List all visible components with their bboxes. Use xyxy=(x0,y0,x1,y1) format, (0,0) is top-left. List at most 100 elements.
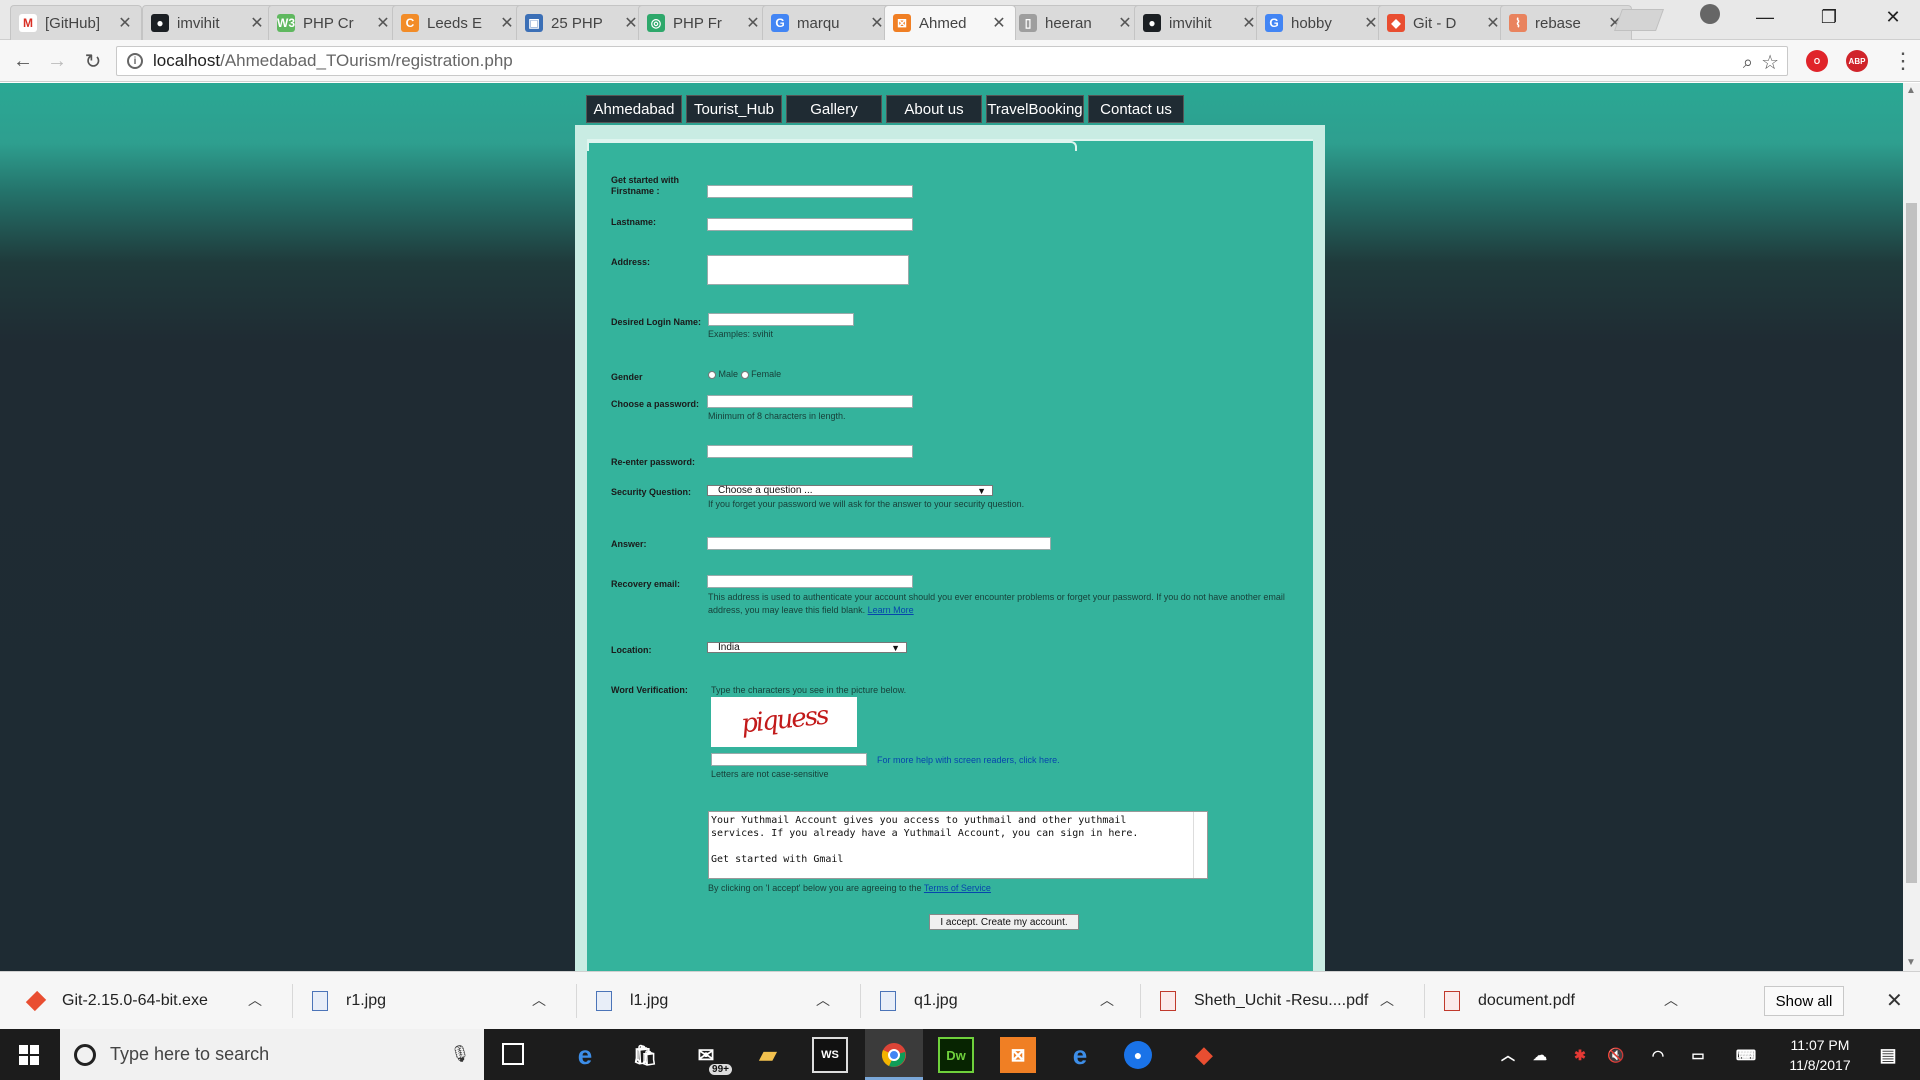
download-options-chevron-icon[interactable]: ︿ xyxy=(1100,990,1114,1010)
microphone-icon[interactable]: 🎙 xyxy=(450,1044,470,1064)
page-scrollbar[interactable]: ▲ ▼ xyxy=(1903,83,1920,971)
download-item[interactable]: Sheth_Uchit -Resu....pdf ︿ xyxy=(1160,972,1394,1030)
download-options-chevron-icon[interactable]: ︿ xyxy=(1664,990,1678,1010)
lastname-field[interactable] xyxy=(707,218,913,231)
scroll-up-icon[interactable]: ▲ xyxy=(1906,85,1916,96)
site-nav-item[interactable]: Gallery xyxy=(786,95,882,123)
tab-close-icon[interactable]: ✕ xyxy=(989,13,1009,33)
tab-close-icon[interactable]: ✕ xyxy=(497,13,517,33)
tab-close-icon[interactable]: ✕ xyxy=(743,13,763,33)
back-icon[interactable]: ← xyxy=(10,48,36,74)
browser-tab[interactable]: W3 PHP Cr ✕ xyxy=(268,5,400,40)
screen-reader-help-text[interactable]: For more help with screen readers, click… xyxy=(877,755,1060,765)
tray-app-icon[interactable]: ✱ xyxy=(1562,1037,1598,1073)
mail-icon[interactable]: ✉ 99+ xyxy=(688,1037,732,1075)
zoom-icon[interactable]: ⌕ xyxy=(1743,52,1753,73)
task-view-icon[interactable] xyxy=(502,1043,524,1065)
forward-icon[interactable]: → xyxy=(44,48,70,74)
screen-reader-help-link[interactable]: For more help with screen readers, click… xyxy=(877,755,1060,765)
tab-close-icon[interactable]: ✕ xyxy=(115,13,135,33)
battery-icon[interactable]: ▭ xyxy=(1680,1037,1716,1073)
download-item[interactable]: r1.jpg ︿ xyxy=(312,972,546,1030)
keyboard-icon[interactable]: ⌨ xyxy=(1728,1037,1764,1073)
site-nav-item[interactable]: Tourist_Hub xyxy=(686,95,782,123)
browser-tab[interactable]: ● imvihit ✕ xyxy=(142,5,274,40)
learn-more-link[interactable]: Learn More xyxy=(868,605,914,615)
browser-tab[interactable]: ● imvihit ✕ xyxy=(1134,5,1266,40)
tab-close-icon[interactable]: ✕ xyxy=(373,13,393,33)
login-name-field[interactable] xyxy=(708,313,854,326)
action-center-icon[interactable]: ▤ xyxy=(1870,1037,1906,1073)
tray-expand-icon[interactable]: ︿ xyxy=(1490,1037,1526,1073)
address-textarea[interactable] xyxy=(707,255,909,285)
site-nav-item[interactable]: TravelBooking xyxy=(986,95,1084,123)
restore-button[interactable]: ❐ xyxy=(1806,2,1852,32)
store-icon[interactable]: 🛍 xyxy=(627,1037,663,1073)
onedrive-icon[interactable]: ☁ xyxy=(1522,1037,1558,1073)
firstname-field[interactable] xyxy=(707,185,913,198)
download-item[interactable]: document.pdf ︿ xyxy=(1444,972,1678,1030)
bookmark-star-icon[interactable]: ☆ xyxy=(1761,50,1779,75)
browser-tab[interactable]: M [GitHub] ✕ xyxy=(10,5,142,40)
browser-tab[interactable]: Gmarqu ✕ xyxy=(762,5,894,40)
password-field[interactable] xyxy=(707,395,913,408)
site-nav-item[interactable]: Ahmedabad xyxy=(586,95,682,123)
windows-start-icon[interactable] xyxy=(0,1029,58,1080)
gender-male-radio[interactable] xyxy=(708,370,716,379)
close-window-button[interactable]: ✕ xyxy=(1870,2,1916,32)
maps-icon[interactable]: ● xyxy=(1124,1041,1152,1069)
browser-tab[interactable]: ▯ heeran ✕ xyxy=(1010,5,1142,40)
download-options-chevron-icon[interactable]: ︿ xyxy=(816,990,830,1010)
captcha-field[interactable] xyxy=(711,753,867,766)
browser-tab[interactable]: C Leeds E ✕ xyxy=(392,5,524,40)
security-question-select[interactable]: Choose a question ... ▼ xyxy=(707,485,993,496)
xampp-icon[interactable]: ⊠ xyxy=(1000,1037,1036,1073)
answer-field[interactable] xyxy=(707,537,1051,550)
chrome-icon[interactable] xyxy=(876,1037,912,1073)
info-icon[interactable]: i xyxy=(127,53,143,69)
address-bar[interactable]: i localhost/Ahmedabad_TOurism/registrati… xyxy=(116,46,1788,76)
tab-close-icon[interactable]: ✕ xyxy=(247,13,267,33)
browser-tab[interactable]: ◆ Git - D ✕ xyxy=(1378,5,1510,40)
gender-female-radio[interactable] xyxy=(740,370,749,379)
browser-menu-icon[interactable]: ⋮ xyxy=(1892,48,1914,74)
accept-create-account-button[interactable]: I accept. Create my account. xyxy=(929,914,1079,930)
terms-of-service-link[interactable]: Terms of Service xyxy=(924,883,991,893)
reload-icon[interactable]: ↻ xyxy=(80,48,106,74)
new-tab-button[interactable] xyxy=(1613,9,1665,31)
location-select[interactable]: India ▼ xyxy=(707,642,907,653)
internet-explorer-icon[interactable]: e xyxy=(1062,1037,1098,1073)
wifi-icon[interactable]: ◠ xyxy=(1640,1037,1676,1073)
edge-icon[interactable]: e xyxy=(567,1037,603,1073)
git-gui-icon[interactable]: ◆ xyxy=(1186,1037,1222,1073)
show-all-downloads-button[interactable]: Show all xyxy=(1764,986,1844,1016)
scroll-down-icon[interactable]: ▼ xyxy=(1906,957,1916,968)
webstorm-icon[interactable]: WS xyxy=(812,1037,848,1073)
site-nav-item[interactable]: Contact us xyxy=(1088,95,1184,123)
site-nav-item[interactable]: About us xyxy=(886,95,982,123)
file-explorer-icon[interactable]: ▰ xyxy=(750,1037,786,1073)
close-download-shelf-icon[interactable]: ✕ xyxy=(1886,988,1903,1013)
download-options-chevron-icon[interactable]: ︿ xyxy=(1380,990,1394,1010)
minimize-button[interactable]: — xyxy=(1742,2,1788,32)
taskbar-clock[interactable]: 11:07 PM 11/8/2017 xyxy=(1770,1035,1870,1075)
download-item[interactable]: l1.jpg ︿ xyxy=(596,972,830,1030)
profile-icon[interactable] xyxy=(1700,4,1720,24)
browser-tab[interactable]: Ghobby ✕ xyxy=(1256,5,1388,40)
reenter-password-field[interactable] xyxy=(707,445,913,458)
terms-scrollbar[interactable] xyxy=(1193,812,1207,878)
download-options-chevron-icon[interactable]: ︿ xyxy=(532,990,546,1010)
download-options-chevron-icon[interactable]: ︿ xyxy=(248,990,262,1010)
browser-tab[interactable]: ⌇ rebase ✕ xyxy=(1500,5,1632,40)
adblock-icon[interactable]: ABP xyxy=(1846,50,1868,72)
recovery-email-field[interactable] xyxy=(707,575,913,588)
tab-close-icon[interactable]: ✕ xyxy=(1115,13,1135,33)
taskbar-search-box[interactable]: Type here to search 🎙 xyxy=(60,1029,484,1080)
browser-tab[interactable]: ⊠ Ahmed ✕ xyxy=(884,5,1016,40)
browser-tab[interactable]: ◎ PHP Fr ✕ xyxy=(638,5,770,40)
download-item[interactable]: Git-2.15.0-64-bit.exe ︿ xyxy=(25,972,262,1030)
volume-muted-icon[interactable]: 🔇 xyxy=(1598,1037,1634,1073)
download-item[interactable]: q1.jpg ︿ xyxy=(880,972,1114,1030)
terms-textarea[interactable]: Your Yuthmail Account gives you access t… xyxy=(708,811,1208,879)
opera-extension-icon[interactable]: O xyxy=(1806,50,1828,72)
